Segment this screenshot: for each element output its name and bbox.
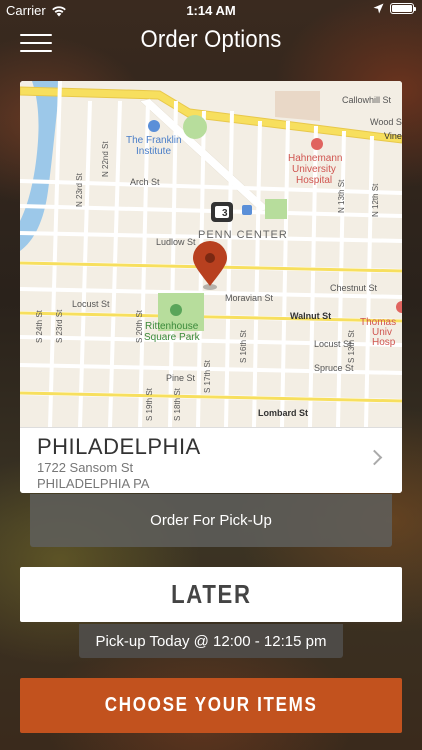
map-label: S 16th St <box>239 329 248 363</box>
map-label: Vine <box>384 131 402 141</box>
map-label: S 24th St <box>35 309 44 343</box>
choose-items-label: CHOOSE YOUR ITEMS <box>104 694 318 716</box>
status-bar: Carrier 1:14 AM <box>0 0 422 22</box>
map-label: S 13th St <box>347 329 356 363</box>
location-card: Callowhill St Wood St Vine Arch St Ludlo… <box>20 81 402 493</box>
map-label: S 19th St <box>145 387 154 421</box>
map-label: Locust St <box>72 299 110 309</box>
battery-icon <box>390 3 416 14</box>
map-poi-label: Rittenhouse <box>145 321 199 332</box>
pickup-time-label: Pick-up Today @ 12:00 - 12:15 pm <box>79 624 343 658</box>
location-city-state: PHILADELPHIA PA <box>37 476 150 491</box>
location-city: PHILADELPHIA <box>37 434 201 459</box>
map-label: S 20th St <box>135 309 144 343</box>
map-label: Lombard St <box>258 408 308 418</box>
page-title: Order Options <box>140 26 282 53</box>
museum-icon <box>148 120 160 132</box>
status-right <box>373 3 416 14</box>
map-label: Spruce St <box>314 363 354 373</box>
later-label: LATER <box>170 579 252 609</box>
hospital-icon <box>311 138 323 150</box>
map-label: Chestnut St <box>330 283 378 293</box>
map-label: Callowhill St <box>342 95 392 105</box>
status-time: 1:14 AM <box>186 3 236 18</box>
location-arrow-icon <box>373 3 384 14</box>
map-poi-label: Hahnemann <box>288 153 342 164</box>
map-poi-label: Institute <box>136 146 171 157</box>
map-label: N 23rd St <box>75 172 84 207</box>
map-label: Moravian St <box>225 293 274 303</box>
order-pickup-button[interactable]: Order For Pick-Up <box>30 494 392 547</box>
map-poi-label: Square Park <box>144 332 201 343</box>
battery-fill <box>392 5 412 12</box>
location-street: 1722 Sansom St <box>37 460 134 475</box>
logan-circle <box>183 115 207 139</box>
map-label: Ludlow St <box>156 237 196 247</box>
map-poi-label: Hosp <box>372 337 396 348</box>
location-row[interactable]: PHILADELPHIA 1722 Sansom St PHILADELPHIA… <box>20 427 402 493</box>
map-label: Wood St <box>370 117 402 127</box>
map-label: N 22nd St <box>101 141 110 177</box>
map-label: N 13th St <box>337 179 346 213</box>
map-label: Walnut St <box>290 311 331 321</box>
chevron-right-icon <box>366 449 383 466</box>
map-poi-label: The Franklin <box>126 135 182 146</box>
map-poi-label: PENN CENTER <box>198 229 288 241</box>
map-label: S 17th St <box>203 359 212 393</box>
map-label: Pine St <box>166 373 196 383</box>
route-shield-label: 3 <box>222 208 228 219</box>
map-label: N 12th St <box>371 183 380 217</box>
park-icon <box>170 304 182 316</box>
nav-header: Order Options <box>0 22 422 62</box>
map-poi-label: Hospital <box>296 175 332 186</box>
map-label: Arch St <box>130 177 160 187</box>
map-label: S 23rd St <box>55 309 64 343</box>
map-label: S 18th St <box>173 387 182 421</box>
map-poi-label: University <box>292 164 336 175</box>
map-view[interactable]: Callowhill St Wood St Vine Arch St Ludlo… <box>20 81 402 427</box>
choose-items-button[interactable]: CHOOSE YOUR ITEMS <box>20 678 402 733</box>
later-button[interactable]: LATER <box>20 567 402 622</box>
transit-icon <box>242 205 252 215</box>
